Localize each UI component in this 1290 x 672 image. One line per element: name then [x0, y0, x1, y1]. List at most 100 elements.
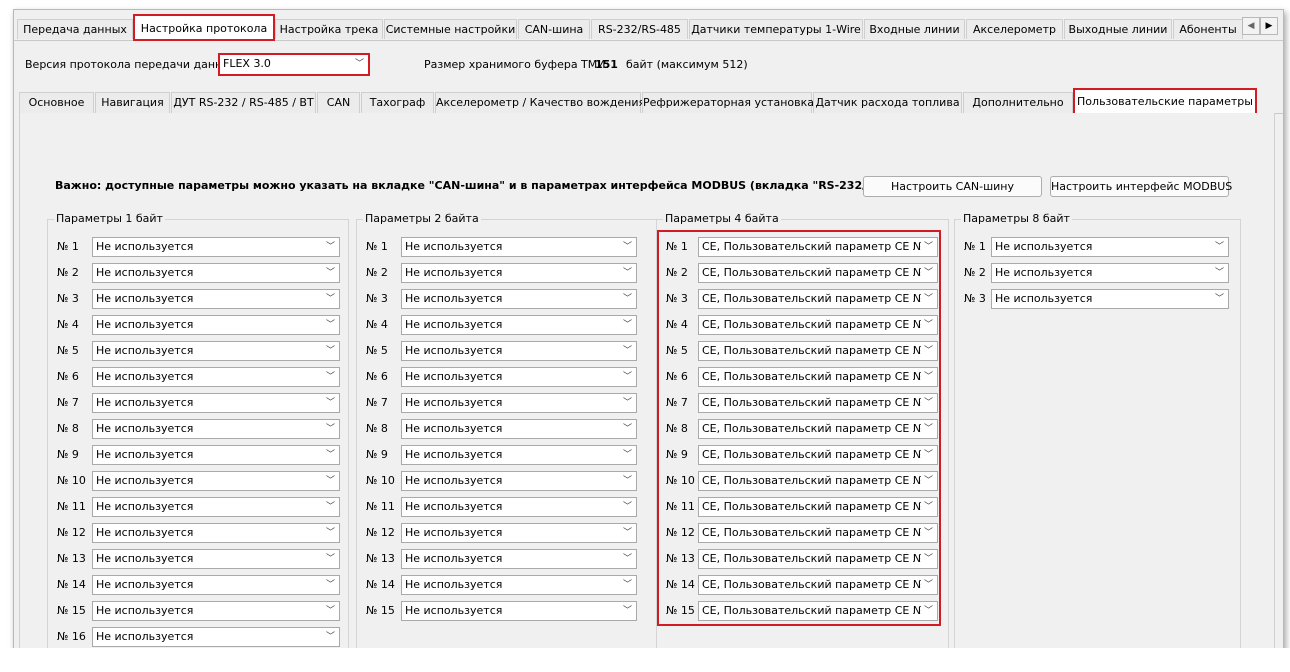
main-tab-9[interactable]: Выходные линии — [1064, 19, 1172, 39]
param-row: № 2 Не используется ﹀ — [955, 263, 1240, 283]
param-select-value: Не используется — [405, 240, 503, 253]
chevron-down-icon: ﹀ — [325, 606, 335, 616]
param-select[interactable]: Не используется ﹀ — [92, 237, 340, 257]
main-tab-10[interactable]: Абоненты — [1173, 19, 1243, 39]
chevron-down-icon: ﹀ — [622, 528, 632, 538]
param-select-value: Не используется — [405, 526, 503, 539]
param-row: № 11 Не используется ﹀ — [357, 497, 656, 517]
param-select[interactable]: Не используется ﹀ — [401, 497, 637, 517]
sub-tab-0[interactable]: Основное — [19, 92, 94, 113]
sub-tab-1[interactable]: Навигация — [95, 92, 170, 113]
chevron-down-icon: ﹀ — [325, 320, 335, 330]
param-number: № 9 — [57, 448, 79, 461]
param-select[interactable]: Не используется ﹀ — [92, 627, 340, 647]
param-select[interactable]: Не используется ﹀ — [401, 393, 637, 413]
main-tab-4[interactable]: CAN-шина — [518, 19, 590, 39]
sub-tab-3[interactable]: CAN — [317, 92, 360, 113]
param-select[interactable]: Не используется ﹀ — [401, 289, 637, 309]
param-select[interactable]: Не используется ﹀ — [92, 367, 340, 387]
main-tab-5[interactable]: RS-232/RS-485 — [591, 19, 688, 39]
param-number: № 1 — [57, 240, 79, 253]
sub-tab-4[interactable]: Тахограф — [361, 92, 434, 113]
chevron-down-icon: ﹀ — [354, 59, 364, 69]
param-select[interactable]: Не используется ﹀ — [92, 263, 340, 283]
main-tab-7[interactable]: Входные линии — [864, 19, 965, 39]
param-select[interactable]: Не используется ﹀ — [991, 263, 1229, 283]
param-select-value: Не используется — [405, 422, 503, 435]
param-select[interactable]: Не используется ﹀ — [92, 471, 340, 491]
param-row: № 14 Не используется ﹀ — [48, 575, 348, 595]
param-number: № 1 — [964, 240, 986, 253]
param-row: № 9 Не используется ﹀ — [357, 445, 656, 465]
chevron-down-icon: ﹀ — [622, 346, 632, 356]
sub-tab-9[interactable]: Пользовательские параметры — [1073, 88, 1257, 115]
param-select[interactable]: Не используется ﹀ — [991, 289, 1229, 309]
chevron-down-icon: ﹀ — [1214, 294, 1224, 304]
param-select[interactable]: Не используется ﹀ — [92, 497, 340, 517]
param-select[interactable]: Не используется ﹀ — [92, 341, 340, 361]
param-select[interactable]: Не используется ﹀ — [401, 445, 637, 465]
param-number: № 4 — [366, 318, 388, 331]
param-row: № 5 Не используется ﹀ — [357, 341, 656, 361]
param-select[interactable]: Не используется ﹀ — [92, 523, 340, 543]
param-select[interactable]: Не используется ﹀ — [401, 523, 637, 543]
main-tab-6[interactable]: Датчики температуры 1-Wire — [689, 19, 863, 39]
main-tab-1[interactable]: Настройка протокола — [133, 14, 275, 41]
param-number: № 11 — [366, 500, 395, 513]
param-select-value: Не используется — [405, 448, 503, 461]
chevron-down-icon: ﹀ — [1214, 242, 1224, 252]
configure-modbus-button[interactable]: Настроить интерфейс MODBUS — [1050, 176, 1232, 197]
param-select-value: Не используется — [96, 396, 194, 409]
param-row: № 2 Не используется ﹀ — [48, 263, 348, 283]
param-select-value: Не используется — [96, 604, 194, 617]
chevron-down-icon: ﹀ — [325, 580, 335, 590]
chevron-down-icon: ﹀ — [622, 580, 632, 590]
param-row: № 8 Не используется ﹀ — [48, 419, 348, 439]
protocol-version-select[interactable]: FLEX 3.0 ﹀ — [218, 53, 370, 76]
param-select-value: Не используется — [405, 604, 503, 617]
param-select[interactable]: Не используется ﹀ — [991, 237, 1229, 257]
param-select[interactable]: Не используется ﹀ — [401, 315, 637, 335]
param-select[interactable]: Не используется ﹀ — [92, 575, 340, 595]
sub-tab-8[interactable]: Дополнительно — [963, 92, 1073, 113]
chevron-down-icon: ﹀ — [325, 268, 335, 278]
torn-edge — [0, 648, 1290, 672]
param-select[interactable]: Не используется ﹀ — [401, 601, 637, 621]
sub-tab-7[interactable]: Датчик расхода топлива — [813, 92, 962, 113]
sub-tab-6[interactable]: Рефрижераторная установка — [642, 92, 814, 113]
param-select[interactable]: Не используется ﹀ — [401, 549, 637, 569]
chevron-down-icon: ﹀ — [622, 606, 632, 616]
configure-can-button[interactable]: Настроить CAN-шину — [863, 176, 1042, 197]
chevron-down-icon: ﹀ — [622, 398, 632, 408]
param-select[interactable]: Не используется ﹀ — [401, 419, 637, 439]
param-select[interactable]: Не используется ﹀ — [92, 419, 340, 439]
chevron-down-icon: ﹀ — [622, 294, 632, 304]
param-select[interactable]: Не используется ﹀ — [92, 393, 340, 413]
main-tab-2[interactable]: Настройка трека — [275, 19, 383, 39]
main-tab-3[interactable]: Системные настройки — [384, 19, 517, 39]
param-select[interactable]: Не используется ﹀ — [401, 237, 637, 257]
param-row: № 3 Не используется ﹀ — [955, 289, 1240, 309]
param-row: № 2 Не используется ﹀ — [357, 263, 656, 283]
param-select[interactable]: Не используется ﹀ — [401, 471, 637, 491]
param-select[interactable]: Не используется ﹀ — [92, 445, 340, 465]
scroll-right-icon[interactable]: ▶ — [1260, 17, 1278, 35]
param-select[interactable]: Не используется ﹀ — [401, 367, 637, 387]
sub-tab-2[interactable]: ДУТ RS-232 / RS-485 / ВТ — [171, 92, 316, 113]
param-select[interactable]: Не используется ﹀ — [92, 549, 340, 569]
param-row: № 10 Не используется ﹀ — [357, 471, 656, 491]
param-select[interactable]: Не используется ﹀ — [401, 341, 637, 361]
param-select[interactable]: Не используется ﹀ — [401, 263, 637, 283]
param-select-value: Не используется — [96, 318, 194, 331]
param-select-value: Не используется — [405, 292, 503, 305]
sub-tab-5[interactable]: Акселерометр / Качество вождения — [435, 92, 645, 113]
main-tab-0[interactable]: Передача данных — [17, 19, 133, 39]
main-tab-8[interactable]: Акселерометр — [966, 19, 1063, 39]
param-select[interactable]: Не используется ﹀ — [92, 315, 340, 335]
param-select[interactable]: Не используется ﹀ — [401, 575, 637, 595]
param-select[interactable]: Не используется ﹀ — [92, 289, 340, 309]
param-row: № 8 Не используется ﹀ — [357, 419, 656, 439]
param-select[interactable]: Не используется ﹀ — [92, 601, 340, 621]
param-group-title: Параметры 1 байт — [54, 212, 165, 226]
scroll-left-icon[interactable]: ◀ — [1242, 17, 1260, 35]
